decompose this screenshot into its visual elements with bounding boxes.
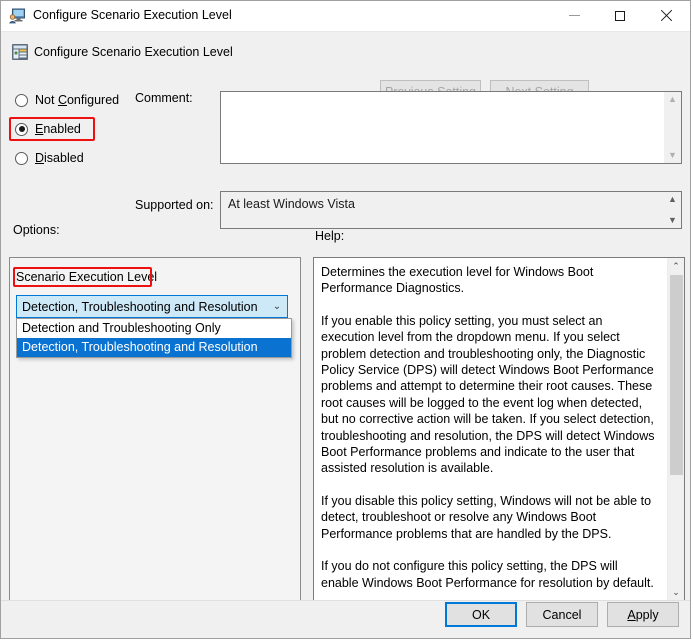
title-bar: Configure Scenario Execution Level <box>1 1 690 32</box>
scroll-down-icon[interactable]: ⌄ <box>668 587 684 598</box>
help-text: Determines the execution level for Windo… <box>314 258 666 601</box>
cancel-button-label: Cancel <box>542 607 582 622</box>
help-scrollbar[interactable]: ⌃ ⌄ <box>667 258 684 601</box>
dropdown-option-detection-troubleshooting-only[interactable]: Detection and Troubleshooting Only <box>17 319 291 338</box>
help-paragraph: If you do not configure this policy sett… <box>321 559 654 590</box>
minimize-button[interactable] <box>551 1 597 31</box>
radio-enabled[interactable]: Enabled <box>15 122 81 136</box>
options-label: Options: <box>13 223 60 237</box>
dropdown-option-detection-troubleshooting-resolution[interactable]: Detection, Troubleshooting and Resolutio… <box>17 338 291 357</box>
radio-disabled[interactable]: Disabled <box>15 151 84 165</box>
apply-button-label: pply <box>635 607 659 622</box>
radio-not-configured-dot <box>15 93 28 107</box>
radio-not-configured[interactable]: Not Configured <box>15 93 119 107</box>
scroll-down-icon[interactable]: ▼ <box>668 213 677 228</box>
radio-enabled-label: Enabled <box>35 122 81 136</box>
help-paragraph: Determines the execution level for Windo… <box>321 265 594 296</box>
scroll-up-icon[interactable]: ⌃ <box>668 261 684 272</box>
scroll-up-icon[interactable]: ▲ <box>668 192 677 207</box>
close-button[interactable] <box>643 1 689 31</box>
help-panel: Determines the execution level for Windo… <box>313 257 685 602</box>
setting-header: Configure Scenario Execution Level Previ… <box>1 32 690 104</box>
window-title: Configure Scenario Execution Level <box>33 8 232 22</box>
apply-button[interactable]: Apply <box>607 602 679 627</box>
help-label: Help: <box>315 229 345 243</box>
radio-disabled-dot <box>15 151 28 165</box>
radio-disabled-label: Disabled <box>35 151 84 165</box>
maximize-icon <box>615 11 625 21</box>
policy-monitor-icon <box>9 8 25 24</box>
combobox-value: Detection, Troubleshooting and Resolutio… <box>22 299 258 314</box>
supported-on-label: Supported on: <box>135 198 214 212</box>
maximize-button[interactable] <box>597 1 643 31</box>
scroll-down-icon[interactable]: ▼ <box>668 148 677 163</box>
comment-textarea[interactable]: ▲ ▼ <box>220 91 682 164</box>
supported-on-value: At least Windows Vista <box>228 197 355 211</box>
ok-button[interactable]: OK <box>445 602 517 627</box>
minimize-icon <box>568 15 580 16</box>
cancel-button[interactable]: Cancel <box>526 602 598 627</box>
scroll-up-icon[interactable]: ▲ <box>668 92 677 107</box>
supported-on-field: At least Windows Vista ▲ ▼ <box>220 191 682 229</box>
setting-title: Configure Scenario Execution Level <box>34 45 233 59</box>
scenario-execution-level-combobox[interactable]: Detection, Troubleshooting and Resolutio… <box>16 295 288 318</box>
options-panel: Scenario Execution Level Detection, Trou… <box>9 257 301 602</box>
close-icon <box>660 10 672 22</box>
scenario-execution-level-dropdown[interactable]: Detection and Troubleshooting Only Detec… <box>16 318 292 358</box>
scenario-execution-level-label: Scenario Execution Level <box>16 270 158 284</box>
scrollbar-thumb[interactable] <box>670 275 683 475</box>
ok-button-label: OK <box>471 607 491 622</box>
radio-enabled-dot <box>15 122 28 136</box>
policy-setting-icon <box>12 44 28 60</box>
help-paragraph: If you enable this policy setting, you m… <box>321 313 655 476</box>
help-paragraph: If you disable this policy setting, Wind… <box>321 493 652 541</box>
policy-setting-dialog: Configure Scenario Execution Level Confi… <box>0 0 691 639</box>
radio-not-configured-label: Not Configured <box>35 93 120 107</box>
chevron-down-icon: ⌄ <box>272 301 282 312</box>
comment-label: Comment: <box>135 91 193 105</box>
comment-scrollbar[interactable]: ▲ ▼ <box>664 92 681 163</box>
supported-on-scrollbar[interactable]: ▲ ▼ <box>664 192 681 228</box>
